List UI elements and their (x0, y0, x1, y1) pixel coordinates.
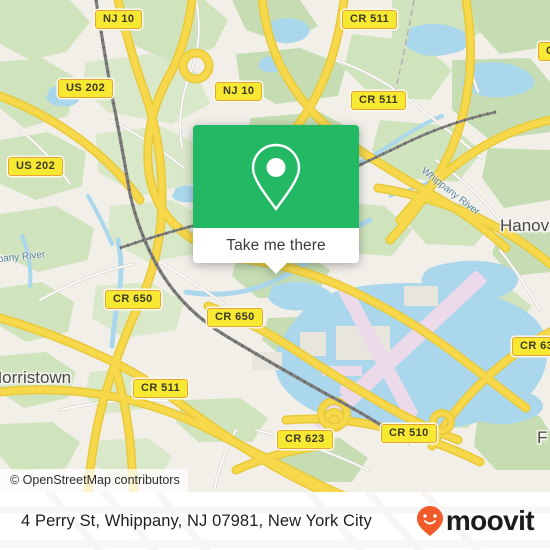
popup-pin-panel (193, 125, 359, 228)
map-canvas[interactable]: .grn { fill:#cfe3bd; } .grn2 { fill:#d9e… (0, 0, 550, 492)
map-screen: .grn { fill:#cfe3bd; } .grn2 { fill:#d9e… (0, 0, 550, 550)
route-shield-cr-511-lower[interactable]: CR 511 (133, 379, 189, 398)
osm-attribution[interactable]: © OpenStreetMap contributors (0, 469, 188, 492)
route-shield-cr-623[interactable]: CR 623 (277, 430, 333, 449)
take-me-there-button[interactable]: Take me there (193, 228, 359, 274)
route-shield-cr-650-right[interactable]: CR 650 (207, 308, 263, 327)
location-popup-card[interactable]: Take me there (193, 125, 359, 274)
address-text: 4 Perry St, Whippany, NJ 07981, New York… (21, 511, 372, 530)
moovit-wordmark: moovit (445, 505, 535, 536)
place-label-florham: F (537, 428, 548, 447)
moovit-smiley-pin-icon (416, 506, 443, 536)
route-shield-us-202-left[interactable]: US 202 (8, 157, 64, 176)
place-label-hanover: Hanover (500, 216, 550, 235)
popup-tail-pointer (265, 263, 287, 274)
route-shield-nj-10-north[interactable]: NJ 10 (95, 10, 143, 29)
place-label-morristown: Morristown (0, 368, 72, 387)
route-shield-cr-632[interactable]: CR 632 (512, 337, 550, 356)
route-shield-cr-650-left[interactable]: CR 650 (105, 290, 161, 309)
route-shield-nj-10-center[interactable]: NJ 10 (215, 82, 263, 101)
footer-bar: 4 Perry St, Whippany, NJ 07981, New York… (0, 492, 550, 550)
route-shield-cr-510[interactable]: CR 510 (381, 424, 437, 443)
route-shield-cr-511-top[interactable]: CR 511 (342, 10, 398, 29)
moovit-logo[interactable]: moovit (415, 505, 535, 536)
take-me-there-label: Take me there (226, 236, 326, 254)
route-shield-us-202-top[interactable]: US 202 (58, 79, 114, 98)
route-shield-cr-511-upper[interactable]: CR 511 (351, 91, 407, 110)
route-shield-edge-clipped[interactable]: C (538, 42, 550, 61)
location-pin-icon (251, 143, 301, 211)
